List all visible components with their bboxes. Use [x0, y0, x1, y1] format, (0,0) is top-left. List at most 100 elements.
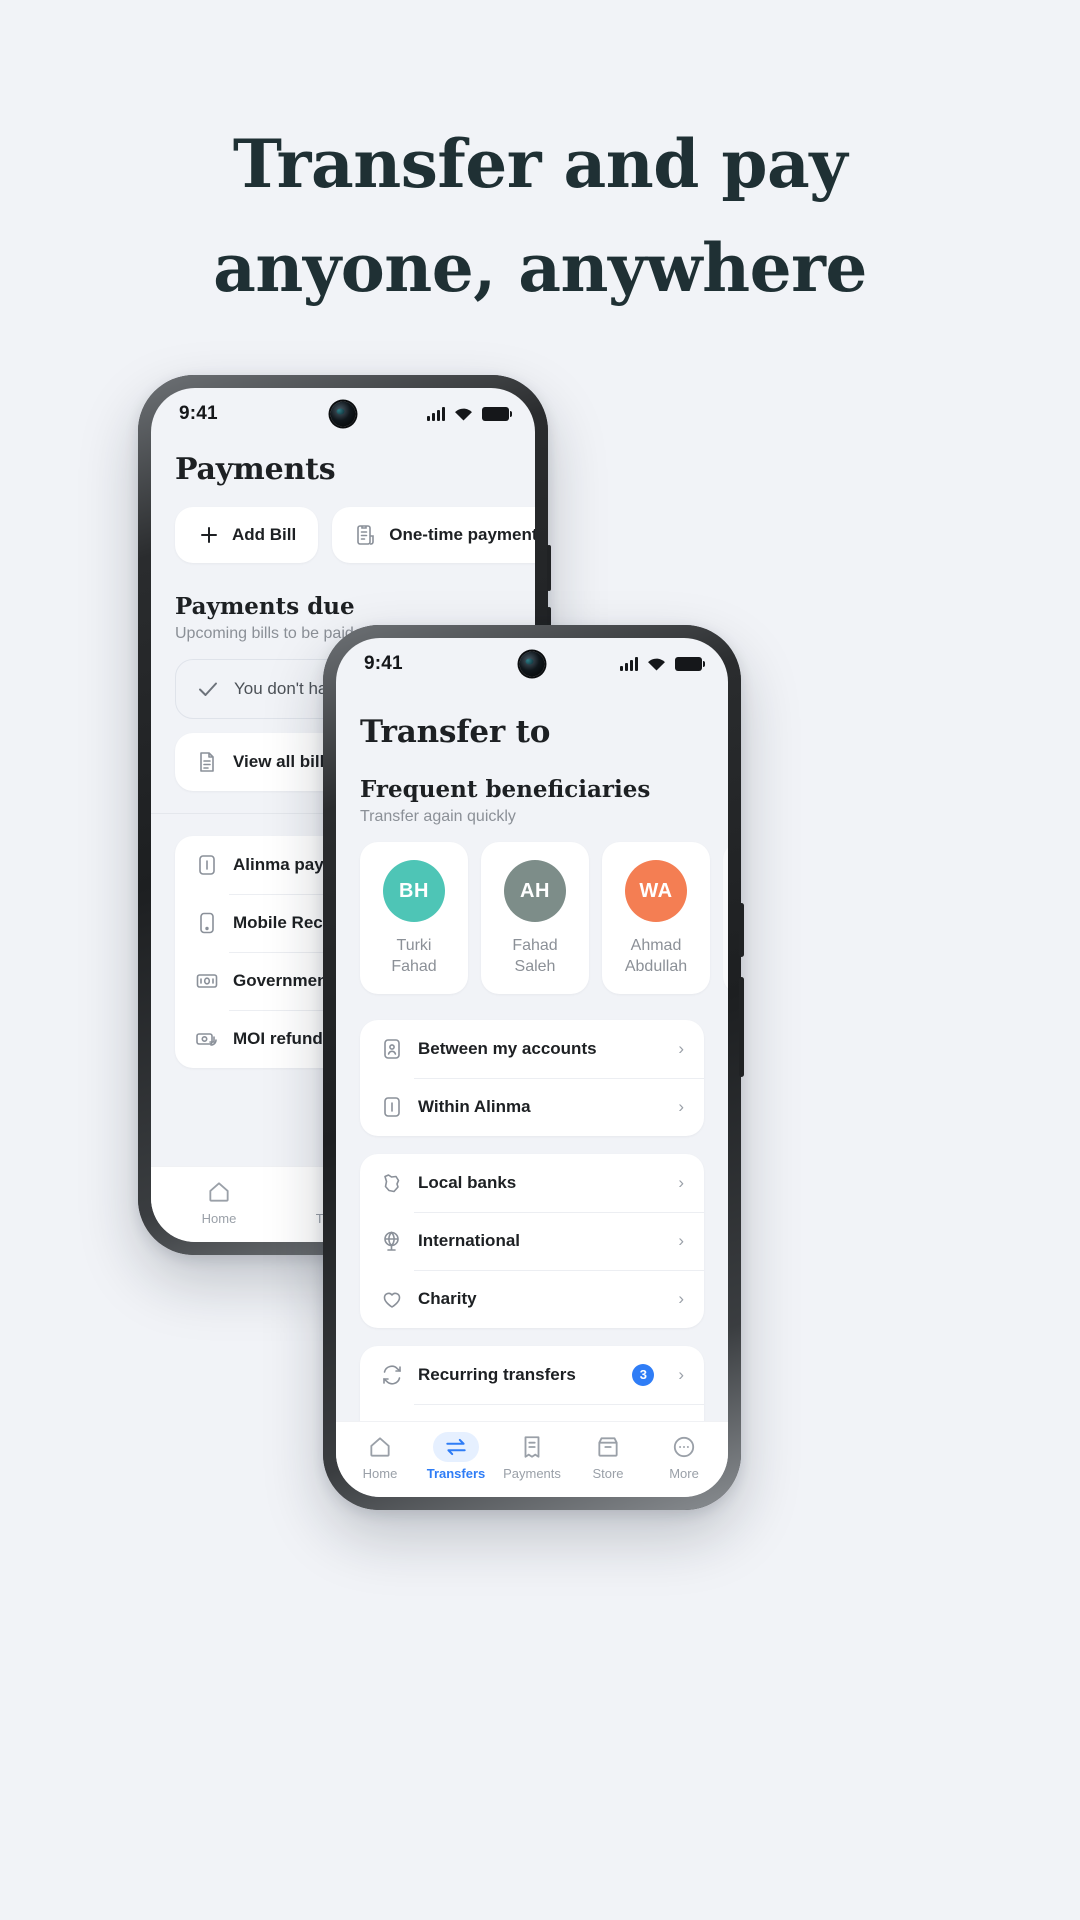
- menu-label: Within Alinma: [418, 1096, 531, 1116]
- chevron-right-icon: ›: [678, 1038, 684, 1058]
- beneficiary-name-line1: Fahad: [512, 937, 558, 954]
- menu-label: Between my accounts: [418, 1038, 597, 1058]
- phone1-title: Payments: [175, 452, 336, 487]
- beneficiary-card[interactable]: WA Ahmad Abdullah: [602, 842, 710, 994]
- menu-label: MOI refunds: [233, 1029, 333, 1048]
- phone2-tab-bar: Home Transfers Payments Store More: [336, 1421, 728, 1497]
- tab-transfers[interactable]: Transfers: [418, 1432, 494, 1481]
- transfer-group-banks: Local banks › International › Charity ›: [360, 1153, 704, 1328]
- money-return-icon: [195, 1027, 219, 1051]
- battery-full-icon: [482, 407, 512, 421]
- avatar: WA: [625, 860, 687, 922]
- frequent-beneficiaries-title: Frequent beneficiaries: [360, 776, 651, 803]
- saudi-map-icon: [380, 1171, 404, 1195]
- tab-label: Payments: [503, 1466, 561, 1481]
- avatar: AH: [504, 860, 566, 922]
- beneficiary-name-line1: Turki: [396, 937, 432, 954]
- transfers-icon: [433, 1432, 479, 1462]
- frequent-beneficiaries-subtitle: Transfer again quickly: [360, 808, 516, 825]
- check-icon: [196, 677, 220, 701]
- chevron-right-icon: ›: [678, 1364, 684, 1384]
- avatar: BH: [383, 860, 445, 922]
- globe-icon: [380, 1229, 404, 1253]
- headline-line-1: Transfer and pay: [232, 125, 848, 203]
- home-icon: [206, 1179, 232, 1205]
- status-time: 9:41: [364, 653, 403, 674]
- battery-full-icon: [675, 657, 705, 671]
- recurring-icon: [380, 1363, 404, 1387]
- phone2-screen: 9:41 Transfer to Frequent beneficiaries …: [336, 638, 728, 1497]
- card-icon: [195, 853, 219, 877]
- menu-item-local-banks[interactable]: Local banks ›: [360, 1154, 704, 1212]
- menu-label: International: [418, 1230, 521, 1250]
- status-time: 9:41: [179, 403, 218, 424]
- menu-item-transfers-history[interactable]: Transfers history ›: [360, 1403, 704, 1421]
- transfer-group-history: Recurring transfers 3 › Transfers histor…: [360, 1345, 704, 1421]
- beneficiary-name-line2: Fahad: [391, 957, 437, 975]
- chevron-right-icon: ›: [678, 1288, 684, 1308]
- chevron-right-icon: ›: [678, 1172, 684, 1192]
- phone2-volume-button[interactable]: [739, 977, 744, 1077]
- phone2-title: Transfer to: [360, 714, 551, 750]
- menu-item-recurring-transfers[interactable]: Recurring transfers 3 ›: [360, 1346, 704, 1404]
- wifi-icon: [454, 407, 473, 421]
- mobile-icon: [195, 911, 219, 935]
- beneficiary-name-line2: Abdullah: [624, 957, 688, 975]
- tab-payments[interactable]: Payments: [494, 1434, 570, 1481]
- tab-label: More: [669, 1466, 699, 1481]
- tab-home[interactable]: Home: [157, 1179, 281, 1226]
- plus-icon: [197, 523, 221, 547]
- view-all-bills-label: View all bills: [233, 752, 334, 771]
- phone1-status-bar: 9:41: [151, 388, 535, 440]
- tab-store[interactable]: Store: [570, 1434, 646, 1481]
- store-icon: [595, 1434, 621, 1460]
- phone1-power-button[interactable]: [547, 545, 551, 591]
- beneficiaries-carousel[interactable]: BH Turki Fahad AH Fahad Saleh WA Ahmad A…: [336, 842, 728, 994]
- heart-icon: [380, 1287, 404, 1311]
- tab-label: Home: [201, 1211, 237, 1226]
- tab-label: Home: [362, 1466, 398, 1481]
- menu-item-between-my-accounts[interactable]: Between my accounts ›: [360, 1020, 704, 1078]
- payments-due-title: Payments due: [175, 593, 355, 620]
- chevron-right-icon: ›: [678, 1096, 684, 1116]
- more-icon: [671, 1434, 697, 1460]
- marketing-screenshot: Transfer and pay anyone, anywhere 9:41 P…: [0, 0, 1080, 1920]
- phone2-power-button[interactable]: [739, 903, 744, 957]
- tab-home[interactable]: Home: [342, 1434, 418, 1481]
- beneficiary-name-line2: Saleh: [514, 957, 556, 975]
- one-time-payment-button[interactable]: One-time payment: [332, 507, 535, 563]
- menu-item-international[interactable]: International ›: [360, 1211, 704, 1270]
- tab-more[interactable]: More: [646, 1434, 722, 1481]
- add-bill-button[interactable]: Add Bill: [175, 507, 319, 563]
- cellular-bars-icon: [427, 407, 445, 421]
- beneficiary-card-partial[interactable]: [723, 842, 728, 994]
- home-icon: [367, 1434, 393, 1460]
- page-title: Transfer and pay anyone, anywhere: [0, 112, 1080, 321]
- add-bill-label: Add Bill: [232, 525, 297, 544]
- menu-label: Charity: [418, 1288, 477, 1308]
- cellular-bars-icon: [620, 657, 638, 671]
- phone-mockup-transfers: 9:41 Transfer to Frequent beneficiaries …: [323, 625, 744, 1510]
- front-camera-punch-hole: [519, 651, 545, 677]
- menu-label: Recurring transfers: [418, 1364, 576, 1384]
- front-camera-punch-hole: [330, 401, 356, 427]
- phone2-status-bar: 9:41: [336, 638, 728, 690]
- menu-item-charity[interactable]: Charity ›: [360, 1269, 704, 1328]
- tab-label: Store: [592, 1466, 624, 1481]
- headline-line-2: anyone, anywhere: [213, 229, 867, 308]
- payments-icon: [519, 1434, 545, 1460]
- one-time-payment-label: One-time payment: [389, 525, 535, 544]
- wifi-icon: [647, 657, 666, 671]
- phone1-quick-actions: Add Bill One-time payment: [151, 507, 535, 563]
- menu-item-within-alinma[interactable]: Within Alinma ›: [360, 1077, 704, 1136]
- menu-label: Local banks: [418, 1172, 517, 1192]
- document-list-icon: [354, 523, 378, 547]
- beneficiary-name-line1: Ahmad: [630, 937, 682, 954]
- beneficiary-card[interactable]: BH Turki Fahad: [360, 842, 468, 994]
- card-icon: [380, 1095, 404, 1119]
- phone2-page: Transfer to Frequent beneficiaries Trans…: [336, 690, 728, 1421]
- beneficiary-card[interactable]: AH Fahad Saleh: [481, 842, 589, 994]
- transfer-group-accounts: Between my accounts › Within Alinma ›: [360, 1019, 704, 1136]
- chevron-right-icon: ›: [678, 1230, 684, 1250]
- person-card-icon: [380, 1037, 404, 1061]
